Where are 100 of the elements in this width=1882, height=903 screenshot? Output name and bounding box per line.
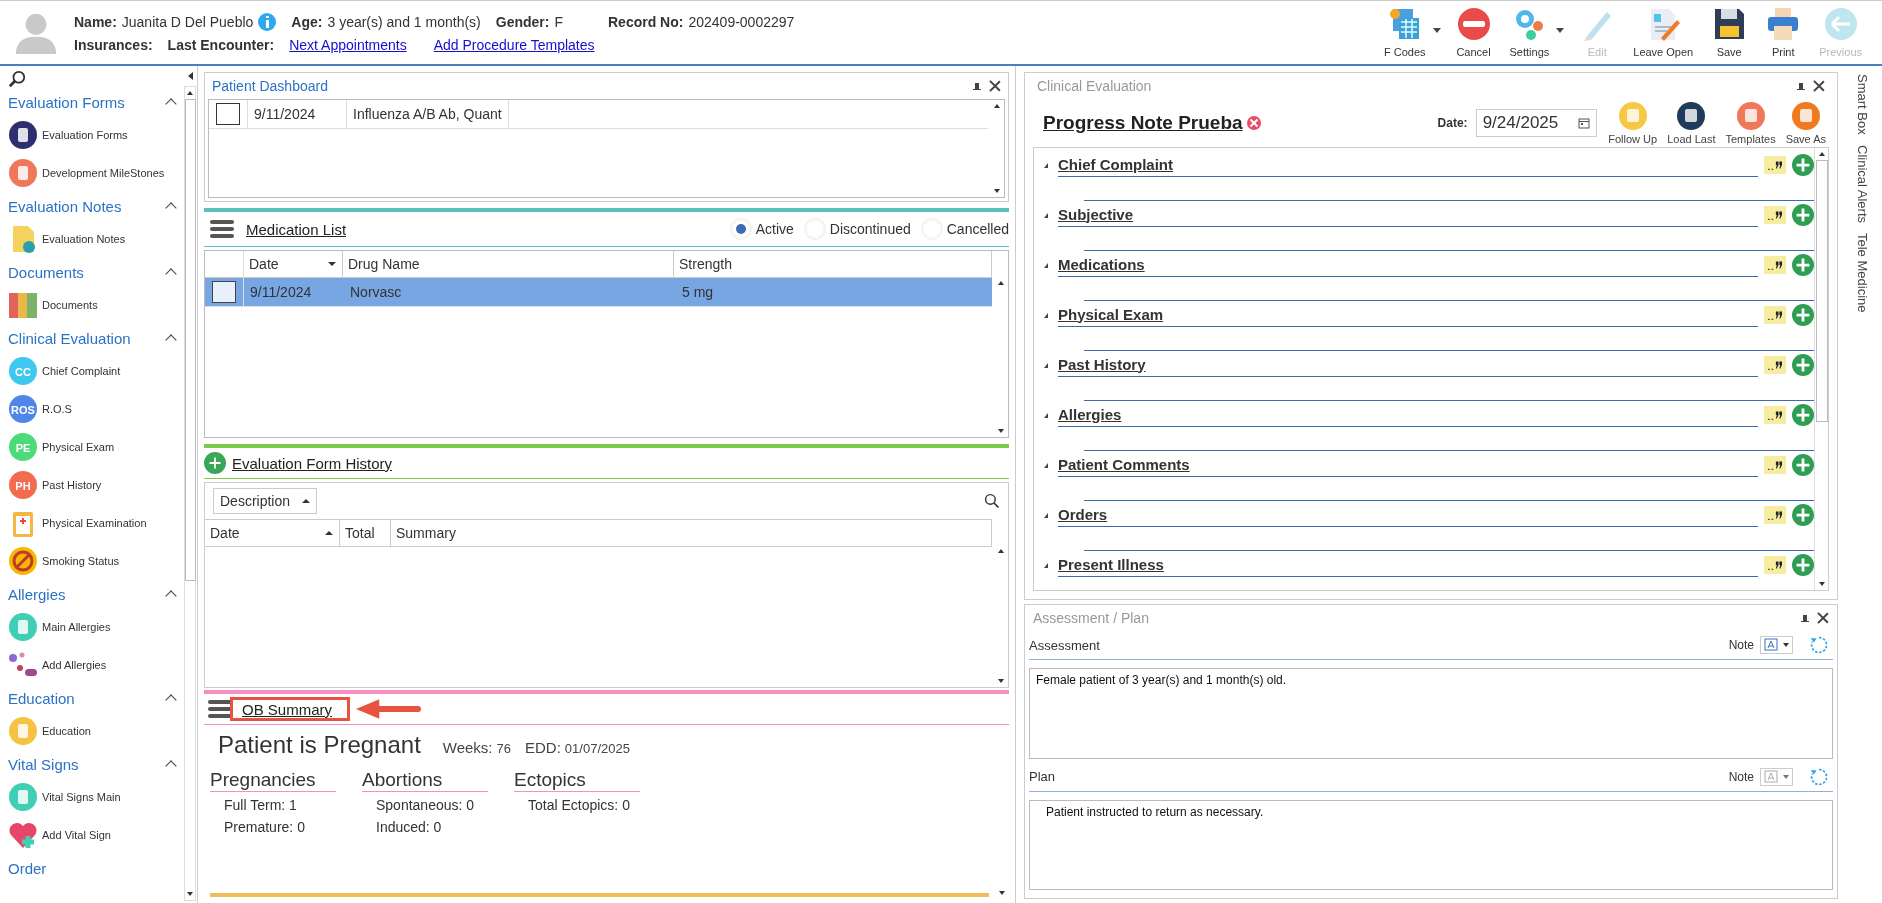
- search-icon[interactable]: [984, 493, 1000, 509]
- info-icon[interactable]: [258, 12, 277, 31]
- scrollbar[interactable]: [1814, 148, 1828, 590]
- toolbar-button[interactable]: Cancel: [1449, 4, 1498, 60]
- action-button[interactable]: Templates: [1722, 101, 1779, 145]
- group-by-dropdown[interactable]: Description: [213, 488, 318, 514]
- expand-triangle-icon[interactable]: [1044, 262, 1048, 268]
- filter-radio[interactable]: Discontinued: [803, 218, 911, 240]
- add-icon[interactable]: [204, 452, 226, 474]
- section-link[interactable]: Orders: [1058, 503, 1758, 527]
- refresh-icon[interactable]: [1809, 766, 1829, 787]
- quote-icon[interactable]: [1764, 156, 1786, 174]
- column-header[interactable]: Date: [244, 251, 343, 277]
- row-checkbox[interactable]: [216, 103, 240, 125]
- add-icon[interactable]: [1792, 254, 1814, 276]
- table-row[interactable]: 9/11/2024 Norvasc 5 mg: [205, 278, 992, 307]
- add-icon[interactable]: [1792, 204, 1814, 226]
- expand-triangle-icon[interactable]: [1044, 162, 1048, 168]
- section-header[interactable]: Evaluation Notes: [8, 197, 122, 215]
- sidebar-item[interactable]: ROS R.O.S: [8, 390, 183, 428]
- column-header[interactable]: Date: [205, 520, 340, 546]
- toolbar-button[interactable]: Leave Open: [1627, 4, 1700, 60]
- expand-triangle-icon[interactable]: [1044, 462, 1048, 468]
- filter-radio[interactable]: Active: [729, 218, 794, 240]
- quote-icon[interactable]: [1764, 406, 1786, 424]
- sidebar-item[interactable]: Evaluation Forms: [8, 116, 183, 154]
- filter-radio[interactable]: Cancelled: [920, 218, 1009, 240]
- quote-icon[interactable]: [1764, 356, 1786, 374]
- section-title[interactable]: OB Summary: [240, 700, 332, 718]
- action-button[interactable]: Follow Up: [1605, 101, 1661, 145]
- sidebar-item[interactable]: Education: [8, 712, 183, 750]
- section-link[interactable]: Present Illness: [1058, 553, 1758, 577]
- add-icon[interactable]: [1792, 404, 1814, 426]
- sidebar-item[interactable]: Vital Signs Main: [8, 778, 183, 816]
- close-icon[interactable]: [1817, 612, 1829, 624]
- section-header[interactable]: Education: [8, 689, 75, 707]
- sidebar-item[interactable]: Physical Examination: [8, 504, 183, 542]
- expand-triangle-icon[interactable]: [1044, 512, 1048, 518]
- add-icon[interactable]: [1792, 504, 1814, 526]
- column-header[interactable]: Drug Name: [343, 251, 674, 277]
- side-tab[interactable]: Tele Medicine: [1854, 232, 1870, 313]
- section-header[interactable]: Documents: [8, 263, 84, 281]
- date-field[interactable]: 9/24/2025: [1475, 109, 1598, 137]
- expand-triangle-icon[interactable]: [1044, 312, 1048, 318]
- column-header[interactable]: Total: [340, 520, 391, 546]
- section-link[interactable]: Patient Comments: [1058, 453, 1758, 477]
- add-icon[interactable]: [1792, 454, 1814, 476]
- pin-icon[interactable]: [975, 82, 979, 90]
- section-link[interactable]: Physical Exam: [1058, 303, 1758, 327]
- header-link[interactable]: Next Appointments: [289, 36, 407, 53]
- quote-icon[interactable]: [1764, 256, 1786, 274]
- row-checkbox[interactable]: [212, 281, 236, 303]
- section-link[interactable]: Chief Complaint: [1058, 153, 1758, 177]
- sidebar-item[interactable]: PH Past History: [8, 466, 183, 504]
- section-link[interactable]: Allergies: [1058, 403, 1758, 427]
- sidebar-item[interactable]: Add Vital Sign: [8, 816, 183, 854]
- sidebar-item[interactable]: Add Allergies: [8, 646, 183, 684]
- column-header[interactable]: Strength: [674, 251, 992, 277]
- action-button[interactable]: Save As: [1782, 101, 1829, 145]
- section-title[interactable]: Medication List: [246, 220, 347, 238]
- quote-icon[interactable]: [1764, 456, 1786, 474]
- section-header[interactable]: Order: [8, 859, 47, 877]
- toolbar-button[interactable]: F Codes: [1377, 4, 1444, 60]
- expand-triangle-icon[interactable]: [1044, 212, 1048, 218]
- collapse-arrow-icon[interactable]: [187, 72, 193, 80]
- side-tab[interactable]: Smart Box: [1854, 74, 1870, 135]
- search-icon[interactable]: [8, 70, 26, 88]
- scrollbar[interactable]: [184, 86, 196, 901]
- text-style-dropdown[interactable]: [1760, 636, 1793, 654]
- section-title[interactable]: Evaluation Form History: [232, 454, 393, 472]
- toolbar-button[interactable]: Save: [1705, 4, 1754, 60]
- sidebar-item[interactable]: Evaluation Notes: [8, 220, 183, 258]
- add-icon[interactable]: [1792, 354, 1814, 376]
- quote-icon[interactable]: [1764, 556, 1786, 574]
- add-icon[interactable]: [1792, 554, 1814, 576]
- expand-triangle-icon[interactable]: [1044, 562, 1048, 568]
- action-button[interactable]: Load Last: [1664, 101, 1719, 145]
- add-icon[interactable]: [1792, 304, 1814, 326]
- close-icon[interactable]: [989, 80, 1001, 92]
- section-link[interactable]: Subjective: [1058, 203, 1758, 227]
- sidebar-item[interactable]: CC Chief Complaint: [8, 352, 183, 390]
- add-icon[interactable]: [1792, 154, 1814, 176]
- pin-icon[interactable]: [1799, 82, 1803, 90]
- toolbar-button[interactable]: Settings: [1503, 4, 1568, 60]
- quote-icon[interactable]: [1764, 506, 1786, 524]
- quote-icon[interactable]: [1764, 306, 1786, 324]
- section-link[interactable]: Medications: [1058, 253, 1758, 277]
- toolbar-button[interactable]: Print: [1759, 4, 1808, 60]
- section-header[interactable]: Clinical Evaluation: [8, 329, 131, 347]
- sidebar-item[interactable]: Development MileStones: [8, 154, 183, 192]
- sidebar-item[interactable]: Documents: [8, 286, 183, 324]
- close-icon[interactable]: [1813, 80, 1825, 92]
- text-area[interactable]: Female patient of 3 year(s) and 1 month(s) old.: [1029, 668, 1833, 759]
- section-header[interactable]: Allergies: [8, 585, 66, 603]
- section-link[interactable]: Past History: [1058, 353, 1758, 377]
- sidebar-item[interactable]: Smoking Status: [8, 542, 183, 580]
- quote-icon[interactable]: [1764, 206, 1786, 224]
- expand-triangle-icon[interactable]: [1044, 412, 1048, 418]
- sidebar-item[interactable]: PE Physical Exam: [8, 428, 183, 466]
- header-link[interactable]: Add Procedure Templates: [433, 36, 595, 53]
